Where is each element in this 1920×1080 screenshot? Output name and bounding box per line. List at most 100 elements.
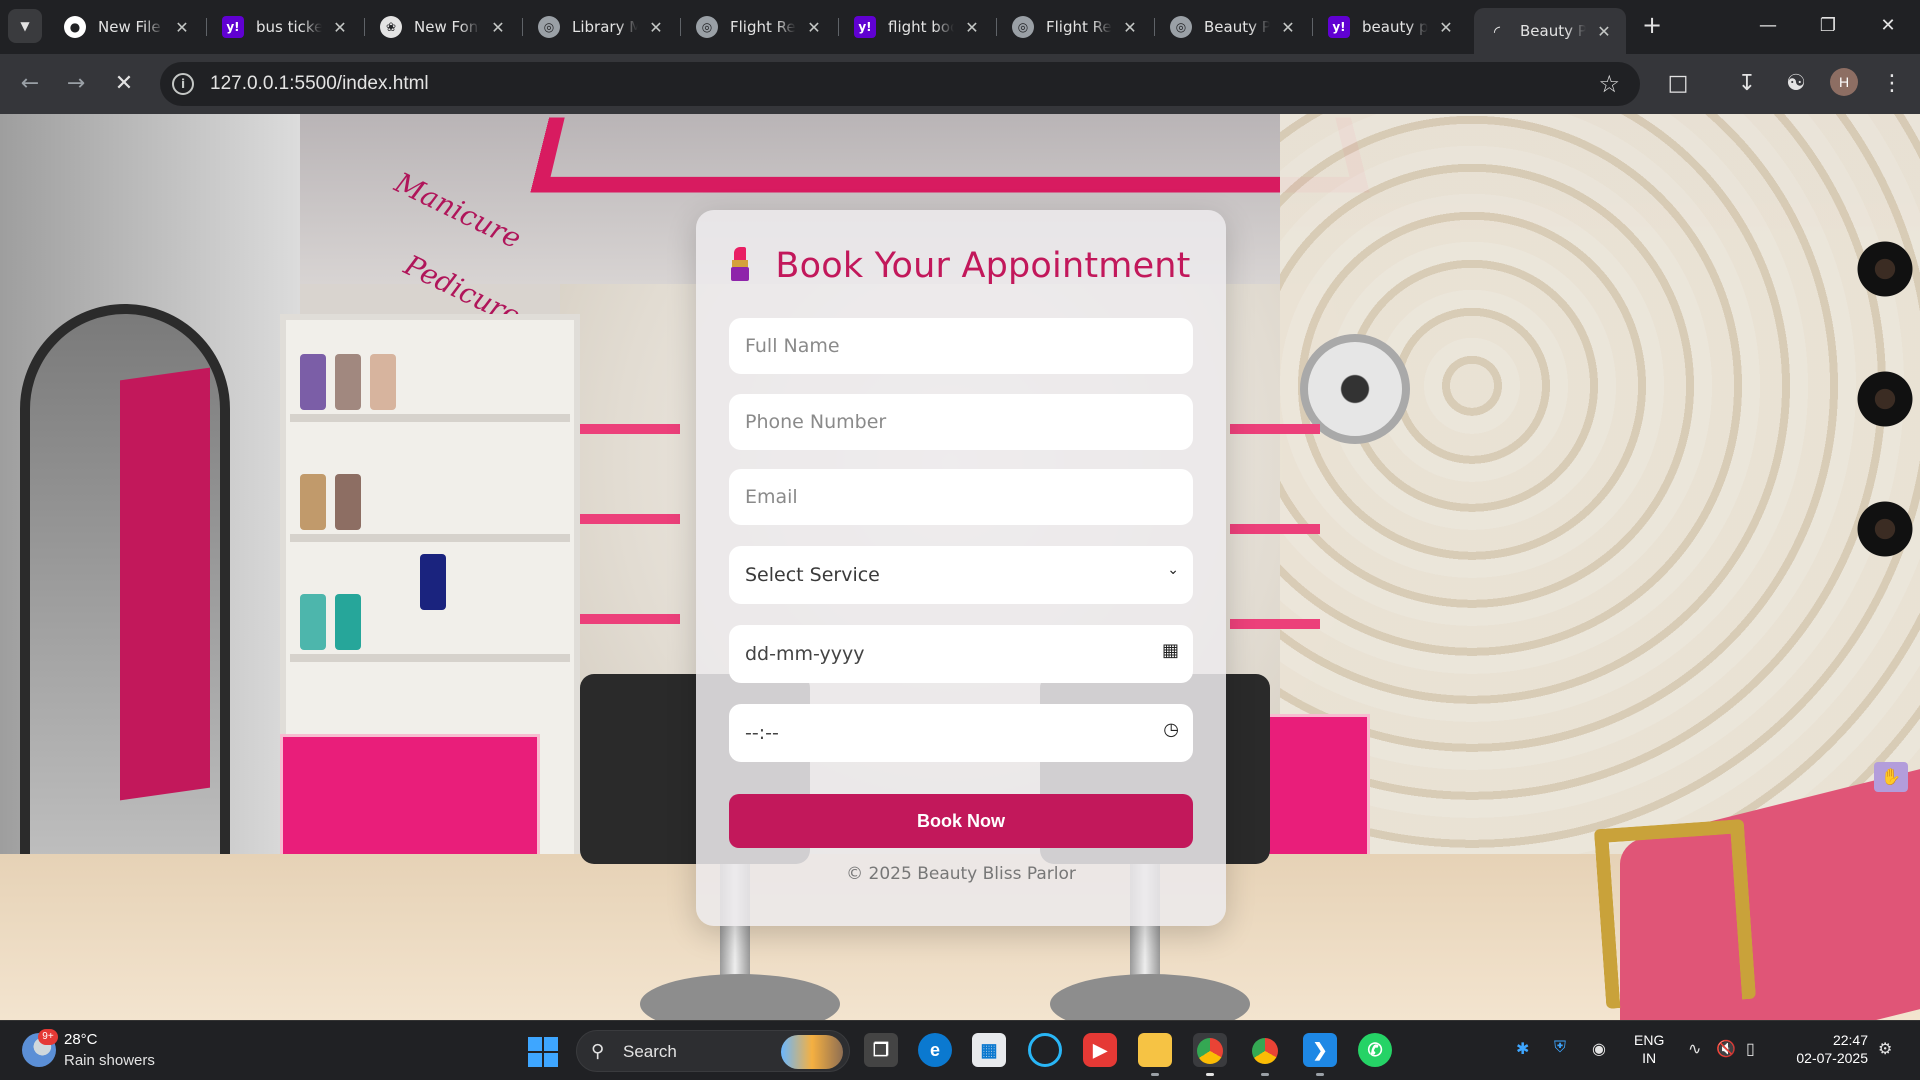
browser-tab[interactable]: ◎ Library M ✕ — [526, 8, 678, 46]
browser-tab[interactable]: y! bus ticket ✕ — [210, 8, 362, 46]
search-highlight-image — [781, 1035, 843, 1069]
calendar-icon[interactable]: ▦ — [1162, 640, 1179, 661]
email-input[interactable]: Email — [729, 469, 1193, 525]
security-shield-icon[interactable]: ⛨ — [1554, 1039, 1566, 1057]
windows-start-icon[interactable] — [528, 1037, 558, 1067]
battery-icon[interactable]: ▯ — [1746, 1039, 1755, 1059]
language-indicator[interactable]: ENG IN — [1634, 1031, 1664, 1067]
clock-icon[interactable]: ◷ — [1163, 719, 1179, 740]
bluetooth-icon[interactable]: ✱ — [1516, 1039, 1529, 1059]
pink-shelf — [580, 424, 680, 434]
close-tab-icon[interactable]: ✕ — [330, 18, 350, 37]
close-tab-icon[interactable]: ✕ — [488, 18, 508, 37]
close-tab-icon[interactable]: ✕ — [1594, 22, 1614, 41]
minimize-button[interactable]: — — [1738, 8, 1798, 44]
url-text[interactable]: 127.0.0.1:5500/index.html — [210, 73, 429, 95]
new-tab-button[interactable]: + — [1636, 10, 1668, 42]
close-tab-icon[interactable]: ✕ — [172, 18, 192, 37]
edge-icon[interactable]: e — [918, 1033, 952, 1067]
volume-muted-icon[interactable]: 🔇 — [1716, 1039, 1736, 1059]
browser-tab[interactable]: ● New File a ✕ — [52, 8, 204, 46]
browser-tab[interactable]: ◎ Flight Res ✕ — [684, 8, 836, 46]
taskbar-search-label: Search — [623, 1042, 677, 1061]
store-icon[interactable]: ▦ — [972, 1033, 1006, 1067]
region-code: IN — [1642, 1050, 1657, 1066]
ceiling-trim — [530, 117, 1370, 193]
product — [300, 594, 326, 650]
browser-tab[interactable]: ◎ Beauty Pa ✕ — [1158, 8, 1310, 46]
side-extension-widget[interactable]: ✋ — [1874, 762, 1908, 792]
chrome-icon[interactable] — [1193, 1033, 1227, 1076]
bookmark-star-icon[interactable]: ☆ — [1598, 70, 1620, 98]
product — [300, 474, 326, 530]
pink-panel — [120, 367, 210, 801]
yahoo-icon: y! — [1328, 16, 1350, 38]
taskbar-search[interactable]: ⚲ Search — [576, 1030, 850, 1072]
date-input[interactable]: dd-mm-yyyy ▦ — [729, 625, 1193, 683]
language-code: ENG — [1634, 1032, 1665, 1048]
product — [370, 354, 396, 410]
close-tab-icon[interactable]: ✕ — [804, 18, 824, 37]
flower-decal — [1850, 494, 1920, 564]
system-clock[interactable]: 22:47 02-07-2025 — [1786, 1031, 1868, 1067]
wifi-icon[interactable]: ∿ — [1688, 1039, 1701, 1059]
notification-icon[interactable]: ⚙ — [1878, 1039, 1892, 1059]
weather-temperature[interactable]: 28°C — [64, 1031, 98, 1048]
youtube-icon[interactable]: ▶ — [1083, 1033, 1117, 1067]
time-input[interactable]: --:-- ◷ — [729, 704, 1193, 762]
book-now-button[interactable]: Book Now — [729, 794, 1193, 848]
cortana-icon[interactable] — [1028, 1033, 1062, 1067]
shelf — [290, 414, 570, 422]
weather-description[interactable]: Rain showers — [64, 1052, 155, 1069]
tab-divider — [1154, 18, 1155, 36]
close-tab-icon[interactable]: ✕ — [1120, 18, 1140, 37]
full-name-input[interactable]: Full Name — [729, 318, 1193, 374]
menu-kebab-icon[interactable]: ⋮ — [1876, 68, 1908, 100]
pink-shelf — [1230, 424, 1320, 434]
phone-number-input[interactable]: Phone Number — [729, 394, 1193, 450]
github-icon: ● — [64, 16, 86, 38]
tab-search-button[interactable]: ▼ — [8, 9, 42, 43]
time-placeholder: --:-- — [745, 722, 779, 744]
tab-divider — [1312, 18, 1313, 36]
vscode-icon[interactable]: ❯ — [1303, 1033, 1337, 1076]
loading-icon: ◜ — [1493, 21, 1501, 41]
file-explorer-icon[interactable] — [1138, 1033, 1172, 1076]
browser-tab-active[interactable]: ◜ Beauty Pa ✕ — [1474, 8, 1626, 54]
flower-decal — [1850, 234, 1920, 304]
pink-shelf — [580, 514, 680, 524]
tab-title: New File a — [98, 18, 164, 36]
close-window-button[interactable]: ✕ — [1858, 8, 1918, 44]
browser-tab[interactable]: ◎ Flight Res ✕ — [1000, 8, 1152, 46]
globe-icon: ◎ — [538, 16, 560, 38]
site-info-icon[interactable]: i — [172, 73, 194, 95]
tab-divider — [364, 18, 365, 36]
close-tab-icon[interactable]: ✕ — [1278, 18, 1298, 37]
restore-button[interactable]: ❐ — [1798, 8, 1858, 44]
download-icon[interactable]: ↧ — [1731, 68, 1763, 100]
chrome-tray-icon[interactable]: ◉ — [1592, 1039, 1606, 1059]
chevron-down-icon: ▼ — [20, 19, 30, 33]
close-tab-icon[interactable]: ✕ — [646, 18, 666, 37]
tab-title: Flight Res — [1046, 18, 1112, 36]
close-tab-icon[interactable]: ✕ — [1436, 18, 1456, 37]
service-select[interactable]: Select Service ⌄ — [729, 546, 1193, 604]
date-placeholder: dd-mm-yyyy — [745, 643, 865, 665]
tab-title: Library M — [572, 18, 638, 36]
forward-arrow-icon[interactable]: → — [58, 66, 94, 102]
performance-icon[interactable]: ☯ — [1780, 68, 1812, 100]
profile-avatar[interactable]: H — [1830, 68, 1858, 96]
product — [335, 474, 361, 530]
task-view-icon[interactable]: ❐ — [864, 1033, 898, 1067]
browser-tab[interactable]: y! beauty pa ✕ — [1316, 8, 1468, 46]
whatsapp-icon[interactable]: ✆ — [1358, 1033, 1392, 1067]
card-heading: Book Your Appointment — [696, 246, 1226, 286]
close-tab-icon[interactable]: ✕ — [962, 18, 982, 37]
extensions-icon[interactable]: □ — [1662, 68, 1694, 100]
back-arrow-icon[interactable]: ← — [12, 66, 48, 102]
browser-tab[interactable]: y! flight boo ✕ — [842, 8, 994, 46]
stop-loading-icon[interactable]: ✕ — [106, 66, 142, 102]
browser-tab[interactable]: ❀ New Font ✕ — [368, 8, 520, 46]
address-bar[interactable]: i 127.0.0.1:5500/index.html ☆ — [160, 62, 1640, 106]
chrome-profile-icon[interactable] — [1248, 1033, 1282, 1076]
